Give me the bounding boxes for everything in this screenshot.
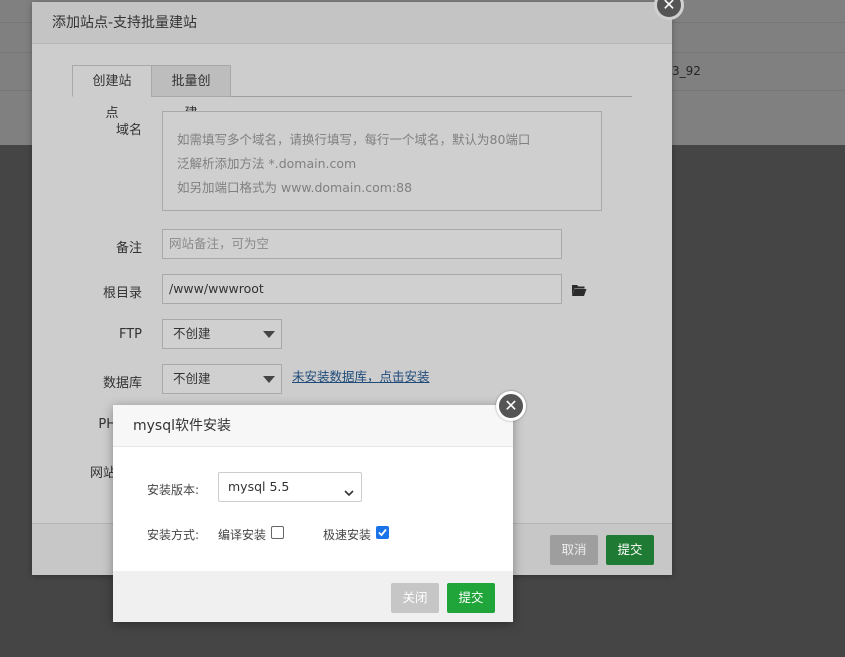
folder-open-icon[interactable]	[571, 283, 587, 297]
install-database-link[interactable]: 未安装数据库，点击安装	[292, 366, 430, 385]
chevron-down-icon	[344, 480, 354, 508]
mysql-submit-button[interactable]: 提交	[447, 583, 495, 613]
compile-install-checkbox[interactable]	[271, 526, 284, 539]
version-selected-value: mysql 5.5	[228, 479, 290, 494]
database-selected-value: 不创建	[173, 371, 211, 386]
fast-install-label: 极速安装	[323, 528, 372, 542]
chevron-down-icon	[263, 376, 275, 383]
add-site-dialog-title: 添加站点-支持批量建站	[32, 2, 672, 44]
domain-placeholder-line: 如另加端口格式为 www.domain.com:88	[177, 180, 413, 195]
chevron-down-icon	[263, 331, 275, 338]
mysql-install-dialog: mysql软件安装 ✕ 安装版本: mysql 5.5 安装方式: 编译安装 极…	[113, 391, 526, 622]
root-dir-label: 根目录	[102, 286, 142, 301]
ftp-label: FTP	[118, 327, 142, 342]
version-label: 安装版本:	[147, 483, 200, 497]
domain-placeholder-line: 泛解析添加方法 *.domain.com	[177, 156, 357, 171]
remark-input[interactable]: 网站备注，可为空	[162, 229, 562, 259]
fast-install-checkbox[interactable]	[376, 526, 389, 539]
ftp-select[interactable]: 不创建	[162, 319, 282, 349]
root-dir-input[interactable]: /www/wwwroot	[162, 274, 562, 304]
domain-textarea[interactable]: 如需填写多个域名，请换行填写，每行一个域名，默认为80端口 泛解析添加方法 *.…	[162, 111, 602, 211]
tab-create-site[interactable]: 创建站点	[72, 65, 152, 121]
mysql-dialog-title: mysql软件安装	[113, 405, 513, 447]
site-label: 网站	[89, 466, 116, 481]
close-button[interactable]: 关闭	[391, 583, 439, 613]
php-label: PH	[98, 417, 116, 432]
tab-batch-create[interactable]: 批量创建	[151, 65, 231, 121]
site-tabs: 创建站点 批量创建	[72, 65, 632, 121]
submit-button[interactable]: 提交	[606, 535, 654, 565]
domain-placeholder-line: 如需填写多个域名，请换行填写，每行一个域名，默认为80端口	[177, 132, 531, 147]
domain-label: 域名	[115, 123, 142, 138]
remark-label: 备注	[115, 241, 142, 256]
database-label: 数据库	[102, 376, 142, 391]
version-select[interactable]: mysql 5.5	[218, 472, 362, 502]
checkmark-icon	[378, 528, 387, 537]
mysql-close-icon[interactable]: ✕	[496, 391, 526, 421]
compile-install-label: 编译安装	[218, 528, 267, 542]
ftp-selected-value: 不创建	[173, 326, 211, 341]
database-select[interactable]: 不创建	[162, 364, 282, 394]
method-label: 安装方式:	[147, 528, 200, 542]
cancel-button[interactable]: 取消	[550, 535, 598, 565]
